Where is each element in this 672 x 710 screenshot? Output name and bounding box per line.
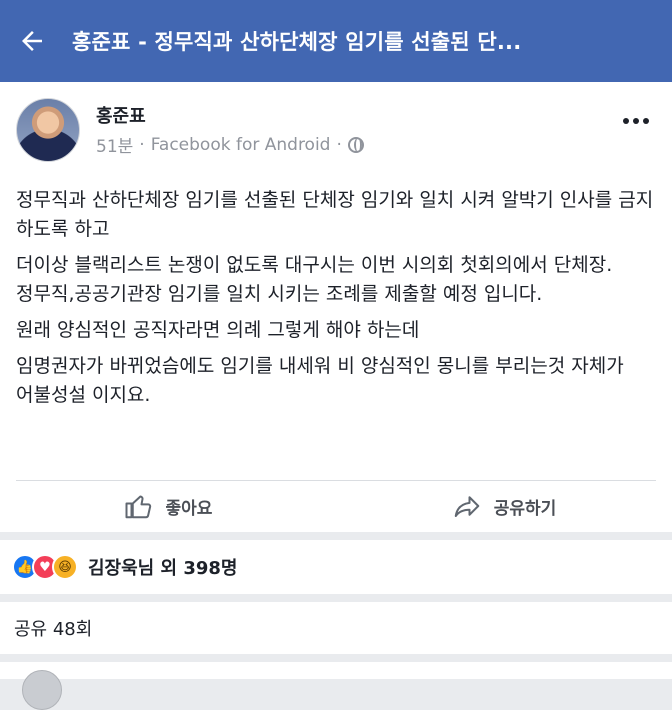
post-source: Facebook for Android [150, 134, 331, 155]
share-count-row[interactable]: 공유 48회 [0, 602, 672, 654]
reactions-row[interactable]: 👍 ♥ 😆 김장욱님 외 398명 [0, 540, 672, 594]
page-title: 홍준표 - 정무직과 산하단체장 임기를 선출된 단... [72, 30, 522, 54]
post-paragraph: 더이상 블랙리스트 논쟁이 없도록 대구시는 이번 시의회 첫회의에서 단체장.… [16, 254, 613, 305]
more-options-button[interactable] [616, 106, 656, 136]
post-paragraph: 정무직과 산하단체장 임기를 선출된 단체장 임기와 일치 시켜 알박기 인사를… [16, 189, 654, 240]
comment-preview [0, 662, 672, 710]
share-arrow-icon [454, 496, 479, 517]
more-dot-icon [633, 118, 639, 124]
meta-separator: · [139, 134, 145, 155]
meta-separator: · [336, 134, 342, 155]
public-globe-icon [347, 136, 364, 153]
post-time[interactable]: 51분 [96, 132, 133, 157]
thumbs-up-icon [125, 495, 151, 519]
post-actions: 좋아요 공유하기 [0, 480, 672, 532]
haha-reaction-icon: 😆 [52, 554, 78, 580]
post-paragraph: 원래 양심적인 공직자라면 의례 그렇게 해야 하는데 [16, 319, 420, 341]
more-dot-icon [643, 118, 649, 124]
top-navigation-bar: 홍준표 - 정무직과 산하단체장 임기를 선출된 단... [0, 0, 672, 82]
reactions-summary: 김장욱님 외 398명 [88, 558, 238, 579]
share-count: 공유 48회 [14, 619, 93, 640]
like-label: 좋아요 [165, 498, 213, 519]
post-body: 정무직과 산하단체장 임기를 선출된 단체장 임기와 일치 시켜 알박기 인사를… [16, 186, 660, 417]
more-dot-icon [623, 118, 629, 124]
post-card: 홍준표 51분 · Facebook for Android · 정무직과 산하… [0, 82, 672, 532]
post-header: 홍준표 51분 · Facebook for Android · [16, 98, 656, 164]
share-button[interactable]: 공유하기 [336, 480, 672, 532]
post-paragraph: 임명권자가 바뀌었슴에도 임기를 내세워 비 양심적인 몽니를 부리는것 자체가… [16, 355, 624, 406]
share-label: 공유하기 [493, 498, 557, 519]
author-avatar[interactable] [16, 98, 80, 162]
author-name[interactable]: 홍준표 [96, 102, 146, 128]
commenter-avatar[interactable] [22, 670, 62, 710]
back-arrow-icon [22, 31, 42, 51]
like-button[interactable]: 좋아요 [0, 480, 336, 532]
post-meta: 51분 · Facebook for Android · [96, 132, 364, 157]
back-button[interactable] [0, 0, 64, 82]
